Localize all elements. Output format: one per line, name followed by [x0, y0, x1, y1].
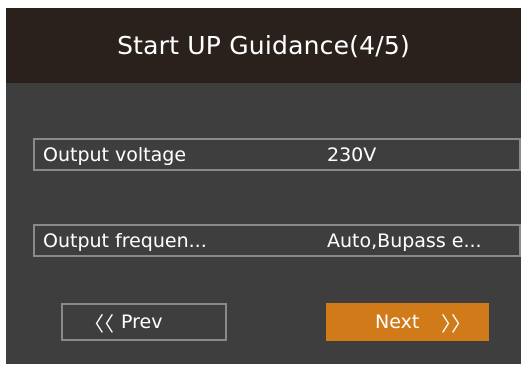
double-chevron-left-icon: 〈〈 — [84, 312, 114, 336]
output-voltage-label: Output voltage — [43, 143, 187, 166]
guidance-screen: Start UP Guidance(4/5) Output voltage 23… — [6, 8, 521, 364]
next-button-label: Next — [375, 311, 420, 333]
prev-button[interactable]: 〈〈 Prev — [61, 303, 227, 341]
next-button[interactable]: Next 〉〉 — [326, 303, 489, 341]
output-voltage-value: 230V — [327, 143, 377, 166]
output-frequency-field[interactable]: Output frequen... Auto,Bupass e... — [33, 224, 521, 257]
output-voltage-field[interactable]: Output voltage 230V — [33, 138, 521, 171]
output-frequency-value: Auto,Bupass e... — [327, 229, 482, 252]
double-chevron-right-icon: 〉〉 — [441, 312, 471, 336]
prev-button-label: Prev — [121, 311, 163, 333]
output-frequency-label: Output frequen... — [43, 229, 207, 252]
page-title: Start UP Guidance(4/5) — [117, 31, 410, 60]
page-title-bar: Start UP Guidance(4/5) — [6, 8, 521, 83]
